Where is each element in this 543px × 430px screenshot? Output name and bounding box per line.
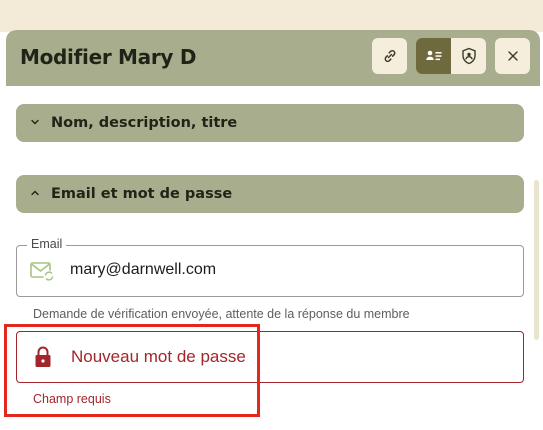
password-placeholder: Nouveau mot de passe <box>71 347 246 366</box>
shield-icon <box>461 47 476 65</box>
email-field[interactable]: Email mary@darnwell.com <box>16 237 524 297</box>
link-button[interactable] <box>372 38 407 74</box>
profile-list-icon <box>425 50 441 61</box>
email-value: mary@darnwell.com <box>70 261 217 278</box>
view-toggle <box>416 38 486 74</box>
section-email-password[interactable]: Email et mot de passe <box>16 175 524 213</box>
email-helper-text: Demande de vérification envoyée, attente… <box>33 307 410 321</box>
new-password-field[interactable]: Nouveau mot de passe <box>16 331 524 383</box>
mail-sync-icon <box>30 262 55 282</box>
security-view-button[interactable] <box>451 38 486 74</box>
section-label: Nom, description, titre <box>51 115 238 131</box>
link-icon <box>384 50 395 62</box>
chevron-up-icon <box>31 190 39 196</box>
section-label: Email et mot de passe <box>51 186 233 202</box>
dialog-header: Modifier Mary D <box>6 30 540 86</box>
profile-view-button[interactable] <box>416 38 451 74</box>
password-error-text: Champ requis <box>33 392 111 406</box>
section-name-description-title[interactable]: Nom, description, titre <box>16 104 524 142</box>
lock-icon <box>35 346 51 367</box>
close-button[interactable] <box>495 38 530 74</box>
edit-member-dialog: Modifier Mary D Nom, description, titre … <box>6 30 540 430</box>
chevron-down-icon <box>31 119 39 125</box>
scrollbar-thumb[interactable] <box>534 180 539 340</box>
dialog-title: Modifier Mary D <box>20 45 197 69</box>
email-legend: Email <box>27 237 67 251</box>
close-icon <box>507 51 518 61</box>
